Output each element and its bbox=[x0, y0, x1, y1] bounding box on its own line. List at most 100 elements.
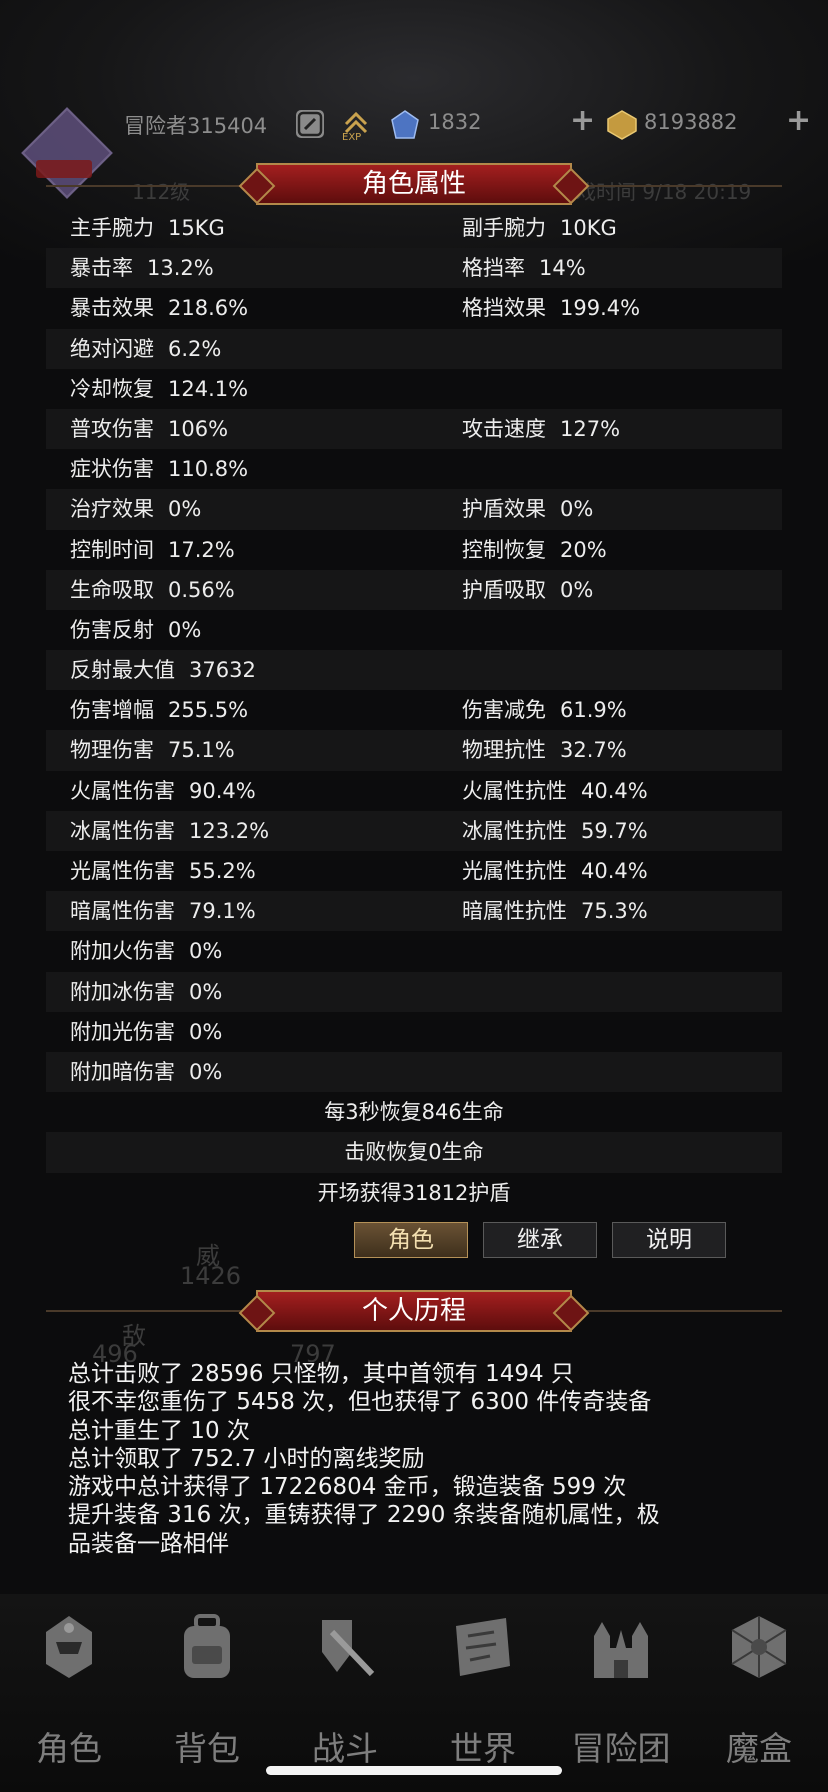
attribute-cell: 附加光伤害 0% bbox=[70, 1012, 222, 1052]
attribute-value: 61.9% bbox=[560, 698, 627, 723]
sword-shield-icon bbox=[322, 1620, 375, 1677]
gem-icon bbox=[390, 110, 419, 139]
nav-world[interactable]: 世界 bbox=[414, 1594, 552, 1792]
summary-row: 每3秒恢复846生命 bbox=[324, 1100, 504, 1125]
history-line: 品装备一路相伴 bbox=[68, 1530, 229, 1557]
attribute-cell: 光属性伤害 55.2% bbox=[70, 851, 256, 891]
attribute-label: 副手腕力 bbox=[462, 216, 546, 240]
history-line: 总计击败了 28596 只怪物，其中首领有 1494 只 bbox=[68, 1361, 574, 1387]
attribute-value: 0% bbox=[560, 577, 594, 602]
attribute-value: 14% bbox=[539, 256, 586, 281]
attributes-list: 主手腕力 15KG 副手腕力 10KG 暴击率 13.2% 格挡率 14% 暴击效果 218.6%… bbox=[46, 208, 782, 1213]
history-line: 提升装备 316 次，重铸获得了 2290 条装备随机属性，极 bbox=[68, 1502, 660, 1529]
helmet-icon bbox=[46, 1616, 92, 1678]
add-gems-button[interactable]: + bbox=[570, 106, 595, 136]
attribute-label: 物理抗性 bbox=[462, 738, 546, 763]
attribute-cell: 冷却恢复 124.1% bbox=[70, 369, 248, 409]
attribute-value: 75.1% bbox=[168, 738, 235, 763]
attribute-label: 附加光伤害 bbox=[70, 1019, 175, 1044]
attribute-value: 59.7% bbox=[581, 818, 648, 843]
attribute-label: 附加冰伤害 bbox=[70, 979, 175, 1004]
attribute-value: 20% bbox=[560, 537, 607, 562]
attribute-row: 伤害增幅 255.5% 伤害减免 61.9% bbox=[46, 690, 782, 730]
attribute-label: 暴击率 bbox=[70, 256, 133, 281]
attribute-cell: 火属性抗性 40.4% bbox=[462, 771, 648, 811]
attribute-label: 普攻伤害 bbox=[70, 416, 154, 441]
attribute-cell: 副手腕力 10KG bbox=[462, 208, 617, 248]
attribute-row: 伤害反射 0% bbox=[46, 610, 782, 650]
attribute-value: 0% bbox=[168, 617, 202, 642]
attribute-label: 冷却恢复 bbox=[70, 376, 154, 401]
attribute-value: 218.6% bbox=[168, 296, 249, 321]
attribute-row: 附加火伤害 0% bbox=[46, 931, 782, 971]
attribute-label: 格挡率 bbox=[462, 256, 525, 281]
nav-character[interactable]: 角色 bbox=[0, 1594, 138, 1792]
attribute-label: 护盾效果 bbox=[462, 497, 546, 522]
attribute-label: 反射最大值 bbox=[70, 658, 175, 683]
history-text: 总计击败了 28596 只怪物，其中首领有 1494 只 很不幸您重伤了 545… bbox=[68, 1360, 788, 1558]
attribute-cell: 暴击率 13.2% bbox=[70, 248, 214, 288]
gold-icon bbox=[606, 110, 637, 140]
attribute-cell: 绝对闪避 6.2% bbox=[70, 329, 221, 369]
attribute-cell: 附加火伤害 0% bbox=[70, 931, 222, 971]
nav-adventure-team[interactable]: 冒险团 bbox=[552, 1594, 690, 1792]
attribute-row: 冷却恢复 124.1% bbox=[46, 369, 782, 409]
attribute-label: 附加火伤害 bbox=[70, 939, 175, 964]
nav-bag[interactable]: 背包 bbox=[138, 1594, 276, 1792]
attribute-cell: 暗属性伤害 79.1% bbox=[70, 891, 256, 931]
attribute-value: 124.1% bbox=[168, 376, 249, 401]
attribute-label: 生命吸取 bbox=[70, 577, 154, 602]
attribute-cell: 反射最大值 37632 bbox=[70, 650, 256, 690]
nav-magic-box[interactable]: 魔盒 bbox=[690, 1594, 828, 1792]
attribute-cell: 控制恢复 20% bbox=[462, 530, 607, 570]
tab-explanation[interactable]: 说明 bbox=[612, 1222, 726, 1258]
attribute-label: 格挡效果 bbox=[462, 296, 546, 321]
attribute-row: 附加暗伤害 0% bbox=[46, 1051, 782, 1093]
home-indicator[interactable] bbox=[266, 1766, 562, 1775]
attribute-cell: 治疗效果 0% bbox=[70, 489, 201, 529]
add-gold-button[interactable]: + bbox=[786, 106, 811, 136]
attribute-label: 冰属性抗性 bbox=[462, 818, 567, 843]
nav-battle[interactable]: 战斗 bbox=[276, 1594, 414, 1792]
magic-cube-icon bbox=[731, 1616, 787, 1678]
attribute-value: 40.4% bbox=[581, 859, 648, 883]
title-divider-right bbox=[572, 185, 782, 187]
title-divider-left bbox=[46, 185, 256, 187]
attribute-value: 110.8% bbox=[168, 457, 249, 482]
history-line: 总计领取了 752.7 小时的离线奖励 bbox=[68, 1445, 425, 1472]
attribute-row: 普攻伤害 106% 攻击速度 127% bbox=[46, 408, 782, 450]
attribute-label: 火属性抗性 bbox=[462, 778, 567, 803]
attribute-label: 火属性伤害 bbox=[70, 778, 175, 803]
attribute-value: 0% bbox=[168, 497, 202, 522]
attribute-cell: 光属性抗性 40.4% bbox=[462, 851, 648, 891]
attribute-cell: 格挡效果 199.4% bbox=[462, 288, 640, 328]
attribute-label: 物理伤害 bbox=[70, 738, 154, 763]
tab-inherit[interactable]: 继承 bbox=[483, 1222, 597, 1258]
attribute-label: 绝对闪避 bbox=[70, 336, 154, 361]
attribute-cell: 冰属性抗性 59.7% bbox=[462, 811, 648, 851]
nav-label: 战斗 bbox=[312, 1729, 378, 1768]
attribute-label: 护盾吸取 bbox=[462, 577, 546, 602]
attribute-label: 控制时间 bbox=[70, 537, 154, 562]
attribute-row: 治疗效果 0% 护盾效果 0% bbox=[46, 489, 782, 530]
attribute-row: 物理伤害 75.1% 物理抗性 32.7% bbox=[46, 730, 782, 771]
attribute-value: 17.2% bbox=[168, 537, 235, 562]
attribute-cell: 护盾效果 0% bbox=[462, 489, 593, 529]
attribute-label: 伤害增幅 bbox=[70, 698, 154, 723]
attribute-row: 主手腕力 15KG 副手腕力 10KG bbox=[46, 208, 782, 248]
attribute-label: 冰属性伤害 bbox=[70, 818, 175, 843]
exp-boost-icon[interactable]: EXP bbox=[342, 110, 370, 143]
attribute-value: 0% bbox=[189, 1019, 223, 1044]
attribute-row: 反射最大值 37632 bbox=[46, 650, 782, 691]
attribute-cell: 冰属性伤害 123.2% bbox=[70, 811, 269, 851]
attribute-value: 0% bbox=[189, 1059, 223, 1084]
edit-name-icon[interactable] bbox=[296, 110, 324, 138]
attribute-label: 暴击效果 bbox=[70, 296, 154, 321]
nav-label: 冒险团 bbox=[571, 1729, 671, 1768]
attribute-value: 6.2% bbox=[168, 336, 222, 361]
nav-label: 世界 bbox=[450, 1729, 516, 1768]
history-divider-left bbox=[46, 1310, 256, 1312]
tab-character[interactable]: 角色 bbox=[354, 1222, 468, 1258]
attribute-value: 123.2% bbox=[189, 818, 270, 843]
attribute-tabs: 角色 继承 说明 bbox=[0, 1222, 828, 1258]
